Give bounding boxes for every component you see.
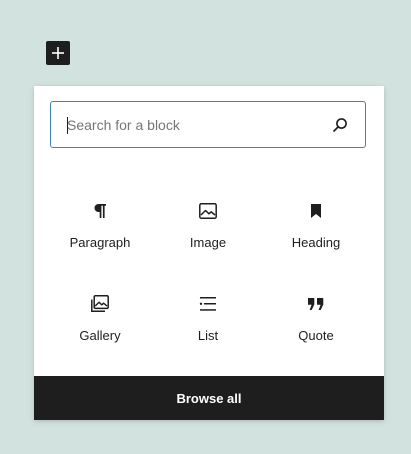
- block-item-heading[interactable]: Heading: [262, 192, 370, 285]
- browse-all-button[interactable]: Browse all: [34, 376, 384, 420]
- block-label: Heading: [291, 235, 341, 250]
- text-caret: [67, 117, 68, 134]
- search-box: [50, 101, 366, 148]
- quote-icon: [304, 292, 328, 316]
- block-inserter-panel: Paragraph Image Heading: [34, 86, 384, 420]
- search-icon[interactable]: [331, 116, 349, 134]
- block-item-paragraph[interactable]: Paragraph: [46, 192, 154, 285]
- list-icon: [196, 292, 220, 316]
- block-label: Gallery: [79, 328, 121, 343]
- paragraph-icon: [88, 199, 112, 223]
- block-list: Paragraph Image Heading Gallery List Quo…: [46, 192, 370, 378]
- block-item-quote[interactable]: Quote: [262, 285, 370, 378]
- block-label: Paragraph: [69, 235, 131, 250]
- add-block-button[interactable]: [46, 41, 70, 65]
- search-input[interactable]: [51, 102, 331, 147]
- plus-icon: [52, 47, 64, 59]
- gallery-icon: [88, 292, 112, 316]
- block-item-list[interactable]: List: [154, 285, 262, 378]
- block-label: Quote: [298, 328, 334, 343]
- block-item-gallery[interactable]: Gallery: [46, 285, 154, 378]
- block-label: List: [197, 328, 219, 343]
- bookmark-icon: [304, 199, 328, 223]
- block-item-image[interactable]: Image: [154, 192, 262, 285]
- image-icon: [196, 199, 220, 223]
- block-label: Image: [189, 235, 227, 250]
